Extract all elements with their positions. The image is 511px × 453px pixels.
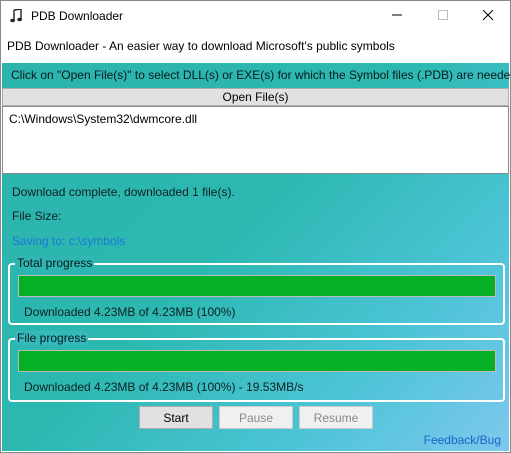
main-panel: Click on "Open File(s)" to select DLL(s)… [2,63,511,451]
total-progress-group: Total progress Downloaded 4.23MB of 4.23… [8,256,505,325]
pause-button[interactable]: Pause [219,406,293,429]
file-progress-group: File progress Downloaded 4.23MB of 4.23M… [8,331,505,402]
file-progress-bar [18,350,496,372]
file-list[interactable]: C:\Windows\System32\dwmcore.dll [2,106,509,174]
app-subtitle: PDB Downloader - An easier way to downlo… [7,39,395,53]
file-size-label: File Size: [12,209,62,223]
window-title: PDB Downloader [31,9,124,23]
title-bar[interactable]: PDB Downloader [1,1,510,31]
open-files-button[interactable]: Open File(s) [2,88,509,106]
close-button[interactable] [465,1,510,31]
close-icon [482,7,494,25]
minimize-button[interactable] [374,1,420,31]
instructions-text: Click on "Open File(s)" to select DLL(s)… [11,68,511,82]
download-status: Download complete, downloaded 1 file(s). [12,185,235,199]
file-progress-text: Downloaded 4.23MB of 4.23MB (100%) - 19.… [24,380,304,394]
feedback-bug-link[interactable]: Feedback/Bug [424,433,501,447]
file-progress-label: File progress [15,331,89,345]
minimize-icon [392,7,402,25]
resume-button[interactable]: Resume [299,406,373,429]
music-note-icon [10,8,22,23]
maximize-icon [438,7,448,25]
list-item[interactable]: C:\Windows\System32\dwmcore.dll [9,112,197,126]
app-window: PDB Downloader PDB Downloader - An easie… [0,0,511,453]
total-progress-text: Downloaded 4.23MB of 4.23MB (100%) [24,305,236,319]
file-progress-fill [19,351,495,371]
total-progress-bar [18,275,496,297]
saving-to-link[interactable]: Saving to: c:\symbols [12,234,125,248]
total-progress-label: Total progress [15,256,95,270]
total-progress-fill [19,276,495,296]
start-button[interactable]: Start [139,406,213,429]
maximize-button[interactable] [420,1,466,31]
